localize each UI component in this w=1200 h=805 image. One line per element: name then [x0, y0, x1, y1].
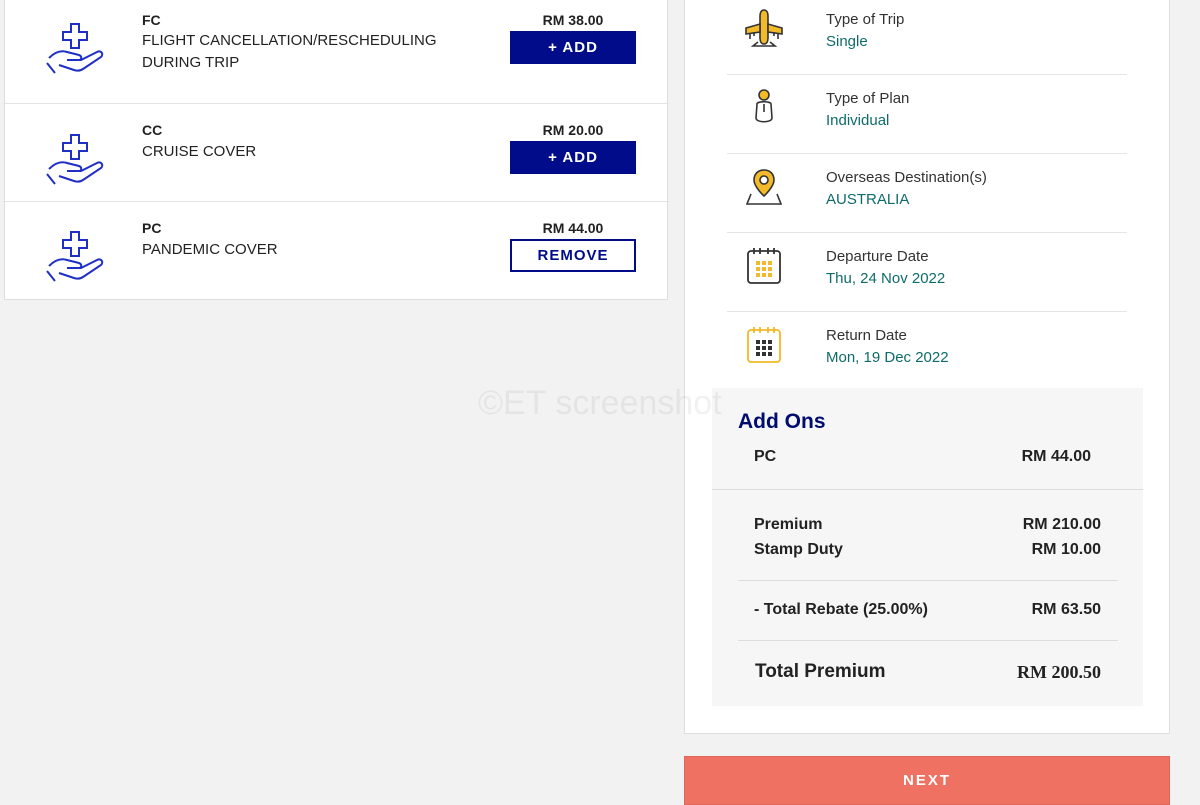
info-row-trip-type: Type of Trip Single: [727, 0, 1127, 75]
trip-summary-panel: Type of Trip Single Type of Plan Individ…: [684, 0, 1170, 734]
premium-label: Premium: [754, 516, 823, 533]
hand-medical-cross-icon: [46, 231, 104, 282]
rebate-label: - Total Rebate (25.00%): [754, 601, 928, 618]
rebate-value: RM 63.50: [1031, 601, 1101, 618]
addon-price: RM 44.00: [542, 220, 604, 236]
plan-type-value: Individual: [826, 112, 890, 129]
info-row-departure: Departure Date Thu, 24 Nov 2022: [727, 233, 1127, 312]
addon-list: FC FLIGHT CANCELLATION/RESCHEDULING DURI…: [4, 0, 668, 300]
hand-medical-cross-icon: [46, 23, 104, 74]
departure-date-label: Departure Date: [826, 248, 929, 265]
destination-label: Overseas Destination(s): [826, 169, 987, 186]
airplane-icon: [745, 9, 783, 47]
selected-addon-price: RM 44.00: [1021, 448, 1091, 465]
divider: [738, 580, 1118, 581]
addon-price: RM 20.00: [542, 122, 604, 138]
addon-row-cc: CC CRUISE COVER RM 20.00 + ADD: [5, 103, 667, 201]
calendar-icon: [747, 327, 781, 363]
selected-addon-code: PC: [754, 448, 777, 465]
trip-type-label: Type of Trip: [826, 11, 905, 28]
departure-date-value: Thu, 24 Nov 2022: [826, 270, 946, 287]
addon-price: RM 38.00: [542, 12, 604, 28]
addons-summary: Add Ons PC RM 44.00: [712, 388, 1143, 490]
watermark: ©ET screenshot: [478, 384, 722, 422]
addon-name: CRUISE COVER: [142, 143, 257, 160]
calendar-icon: [747, 248, 781, 284]
plan-type-label: Type of Plan: [826, 90, 910, 107]
addon-row-pc: PC PANDEMIC COVER RM 44.00 REMOVE: [5, 201, 667, 299]
hand-medical-cross-icon: [46, 134, 104, 185]
addon-code: CC: [142, 122, 163, 138]
total-premium-value: RM 200.50: [1017, 662, 1101, 682]
divider: [738, 640, 1118, 641]
addon-name: PANDEMIC COVER: [142, 241, 278, 258]
map-pin-icon: [745, 169, 783, 205]
info-row-plan-type: Type of Plan Individual: [727, 75, 1127, 154]
addon-code: FC: [142, 12, 161, 28]
return-date-label: Return Date: [826, 327, 907, 344]
premium-value: RM 210.00: [1022, 516, 1101, 533]
addons-title: Add Ons: [738, 410, 826, 433]
add-fc-button[interactable]: + ADD: [510, 31, 636, 64]
stamp-duty-value: RM 10.00: [1031, 541, 1101, 558]
info-row-return: Return Date Mon, 19 Dec 2022: [727, 312, 1127, 391]
addon-row-fc: FC FLIGHT CANCELLATION/RESCHEDULING DURI…: [5, 0, 667, 103]
addon-code: PC: [142, 220, 162, 236]
premium-breakdown: Premium RM 210.00 Stamp Duty RM 10.00 - …: [712, 490, 1143, 706]
addon-name: FLIGHT CANCELLATION/RESCHEDULING DURING …: [142, 32, 437, 71]
remove-pc-button[interactable]: REMOVE: [510, 239, 636, 272]
destination-value: AUSTRALIA: [826, 191, 910, 208]
add-cc-button[interactable]: + ADD: [510, 141, 636, 174]
info-row-destination: Overseas Destination(s) AUSTRALIA: [727, 154, 1127, 233]
return-date-value: Mon, 19 Dec 2022: [826, 349, 949, 366]
stamp-duty-label: Stamp Duty: [754, 541, 843, 558]
trip-type-value: Single: [826, 33, 868, 50]
next-button[interactable]: NEXT: [684, 756, 1170, 805]
person-icon: [755, 89, 773, 123]
total-premium-label: Total Premium: [755, 661, 886, 682]
